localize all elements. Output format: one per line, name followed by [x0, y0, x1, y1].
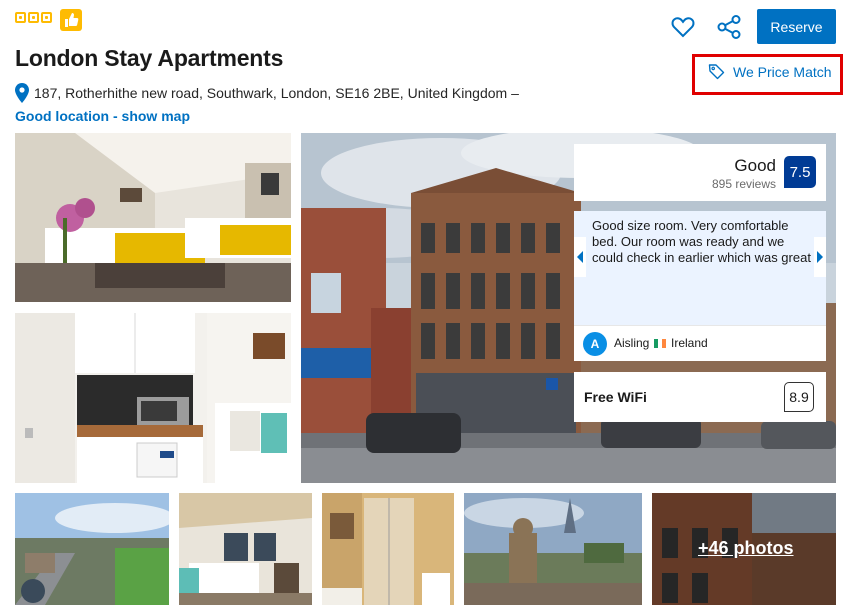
facility-label: Free WiFi: [584, 389, 647, 405]
star-rating: [15, 12, 52, 23]
property-title: London Stay Apartments: [15, 45, 284, 71]
share-icon[interactable]: [716, 14, 742, 40]
photo-kitchen[interactable]: [15, 313, 291, 483]
star-square-icon: [15, 12, 26, 23]
review-card: Good size room. Very comfortable bed. Ou…: [574, 211, 826, 361]
chevron-right-icon: [817, 251, 823, 263]
score-badge: 7.5: [784, 156, 816, 188]
review-text: Good size room. Very comfortable bed. Ou…: [592, 218, 811, 265]
facility-score: 8.9: [784, 382, 814, 412]
review-author: A Aisling Ireland: [574, 325, 826, 361]
reserve-button[interactable]: Reserve: [757, 9, 836, 44]
thumb-room[interactable]: [179, 493, 312, 605]
address-text: 187, Rotherhithe new road, Southwark, Lo…: [34, 85, 519, 101]
review-next-button[interactable]: [814, 237, 826, 277]
review-prev-button[interactable]: [574, 237, 586, 277]
rating-card[interactable]: Good 895 reviews 7.5: [574, 144, 826, 201]
show-map-link[interactable]: Good location - show map: [15, 108, 190, 124]
thumb-bathroom[interactable]: [322, 493, 454, 605]
facility-card: Free WiFi 8.9: [574, 372, 826, 422]
thumb-skyline[interactable]: [464, 493, 642, 605]
map-pin-icon: [15, 83, 29, 103]
avatar: A: [583, 332, 607, 356]
photo-bedroom[interactable]: [15, 133, 291, 302]
address-row: 187, Rotherhithe new road, Southwark, Lo…: [15, 83, 519, 103]
heart-icon[interactable]: [670, 14, 696, 40]
chevron-left-icon: [577, 251, 583, 263]
author-name: Aisling: [614, 336, 650, 350]
price-match-link[interactable]: We Price Match: [708, 63, 832, 80]
star-square-icon: [28, 12, 39, 23]
rating-word: Good: [734, 156, 776, 175]
price-match-label: We Price Match: [733, 63, 832, 80]
tag-icon: [708, 63, 725, 80]
star-square-icon: [41, 12, 52, 23]
more-photos-link[interactable]: +46 photos: [698, 538, 794, 559]
thumb-aerial[interactable]: [15, 493, 169, 605]
author-country: Ireland: [671, 336, 708, 350]
review-count: 895 reviews: [711, 177, 776, 191]
ireland-flag-icon: [654, 339, 666, 348]
thumbs-up-icon[interactable]: [60, 9, 82, 31]
